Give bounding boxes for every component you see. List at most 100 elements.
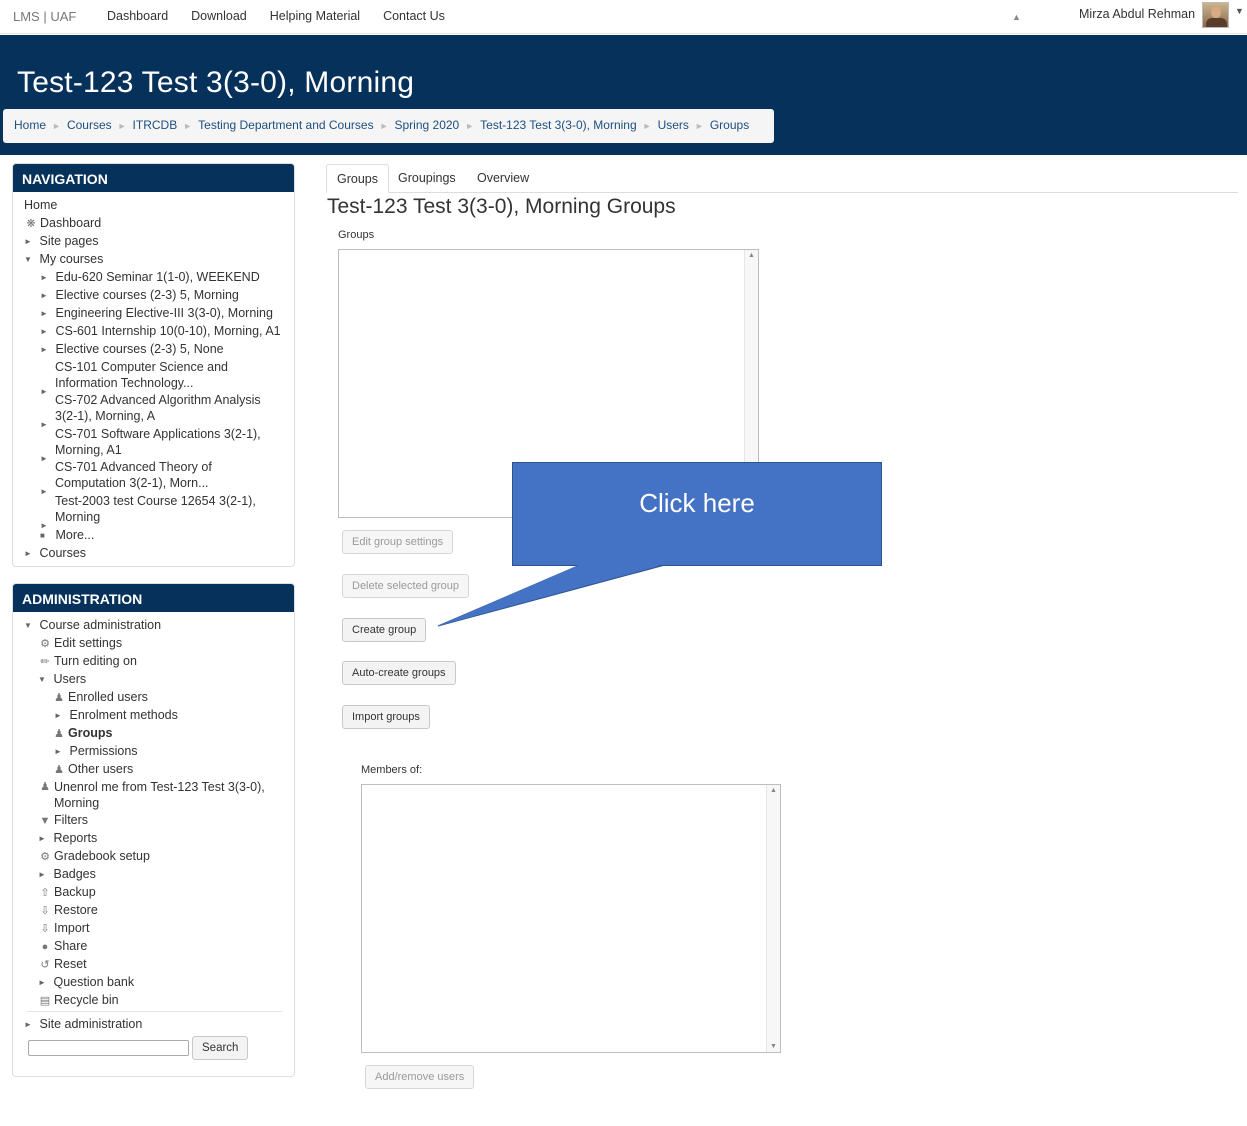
- filter-icon: ▼: [39, 815, 51, 827]
- trash-icon: ▤: [39, 995, 51, 1007]
- navigation-block-title: NAVIGATION: [13, 164, 294, 192]
- nav-download-link[interactable]: Download: [191, 9, 247, 23]
- breadcrumb-home[interactable]: Home: [14, 118, 46, 132]
- user-name[interactable]: Mirza Abdul Rehman: [1079, 7, 1195, 21]
- upload-icon: ⇧: [40, 887, 50, 899]
- callout-text: Click here: [639, 488, 755, 518]
- admin-turn-editing-on[interactable]: ✏ Turn editing on: [38, 654, 137, 671]
- breadcrumb-course[interactable]: Test-123 Test 3(3-0), Morning: [480, 118, 637, 132]
- collapse-arrow-icon: ▼: [38, 675, 46, 684]
- edit-group-settings-button[interactable]: Edit group settings: [342, 530, 454, 554]
- breadcrumb-users[interactable]: Users: [658, 118, 689, 132]
- gear-icon: ⚙: [40, 638, 50, 650]
- tab-groups[interactable]: Groups: [326, 164, 389, 193]
- user-icon: ♟: [40, 781, 50, 793]
- admin-course-administration[interactable]: ▼ Course administration: [24, 618, 161, 634]
- admin-import[interactable]: ⇩ Import: [38, 921, 89, 938]
- group-icon: ♟: [54, 728, 64, 740]
- delete-selected-group-button[interactable]: Delete selected group: [342, 574, 470, 598]
- admin-filters[interactable]: ▼ Filters: [38, 813, 88, 830]
- breadcrumb-spring-2020[interactable]: Spring 2020: [395, 118, 460, 132]
- admin-enrolment-methods[interactable]: ► Enrolment methods: [54, 708, 178, 724]
- expand-arrow-icon: ►: [38, 870, 46, 879]
- admin-edit-settings[interactable]: ⚙ Edit settings: [38, 636, 122, 653]
- breadcrumb-itrcdb[interactable]: ITRCDB: [133, 118, 178, 132]
- nav-dashboard-link[interactable]: Dashboard: [107, 9, 168, 23]
- breadcrumb-separator-icon: ►: [465, 121, 475, 131]
- create-group-button[interactable]: Create group: [342, 618, 427, 642]
- bullet-icon: ■: [40, 531, 45, 540]
- groups-page-heading: Test-123 Test 3(3-0), Morning Groups: [327, 195, 676, 218]
- members-listbox[interactable]: ▲ ▼: [361, 784, 781, 1053]
- admin-enrolled-users[interactable]: ♟ Enrolled users: [52, 690, 148, 707]
- expand-arrow-icon: ►: [40, 291, 48, 300]
- expand-arrow-icon: ►: [40, 309, 48, 318]
- user-avatar[interactable]: [1202, 2, 1229, 28]
- groups-list-label: Groups: [338, 229, 375, 241]
- admin-restore[interactable]: ⇩ Restore: [38, 903, 97, 920]
- expand-arrow-icon: ►: [38, 834, 46, 843]
- nav-courses[interactable]: ► Courses: [24, 546, 86, 562]
- breadcrumb-separator-icon: ►: [379, 121, 389, 131]
- nav-my-courses[interactable]: ▼ My courses: [24, 252, 103, 268]
- top-nav-menu: Dashboard Download Helping Material Cont…: [107, 9, 468, 23]
- gear-icon: ⚙: [40, 851, 50, 863]
- nav-course-item[interactable]: ► Elective courses (2-3) 5, Morning: [40, 288, 239, 304]
- expand-arrow-icon: ►: [40, 327, 48, 336]
- admin-gradebook-setup[interactable]: ⚙ Gradebook setup: [38, 849, 150, 866]
- expand-arrow-icon: ►: [54, 747, 62, 756]
- nav-more[interactable]: ■ More...: [40, 528, 94, 544]
- admin-unenrol[interactable]: ♟ Unenrol me from Test-123 Test 3(3-0), M…: [38, 780, 269, 811]
- admin-search-input[interactable]: [28, 1040, 189, 1056]
- admin-users[interactable]: ▼ Users: [38, 672, 86, 688]
- auto-create-groups-button[interactable]: Auto-create groups: [342, 661, 456, 685]
- admin-recycle-bin[interactable]: ▤ Recycle bin: [38, 993, 119, 1010]
- nav-course-item[interactable]: ► Elective courses (2-3) 5, None: [40, 342, 224, 358]
- members-of-label: Members of:: [361, 764, 423, 776]
- nav-site-pages[interactable]: ► Site pages: [24, 234, 99, 250]
- admin-site-administration[interactable]: ► Site administration: [24, 1017, 142, 1033]
- nav-course-item[interactable]: ► Engineering Elective-III 3(3-0), Morni…: [40, 306, 273, 322]
- admin-backup[interactable]: ⇧ Backup: [38, 885, 95, 902]
- download-icon: ⇩: [40, 923, 50, 935]
- nav-contact-us-link[interactable]: Contact Us: [383, 9, 445, 23]
- nav-dashboard[interactable]: ❋ Dashboard: [24, 216, 101, 233]
- collapse-arrow-icon: ▼: [24, 621, 32, 630]
- tab-overview[interactable]: Overview: [467, 164, 539, 193]
- members-listbox-scrollbar[interactable]: ▲ ▼: [766, 785, 780, 1052]
- expand-arrow-icon: ►: [40, 345, 48, 354]
- breadcrumb: Home ► Courses ► ITRCDB ► Testing Department a…: [3, 109, 774, 143]
- breadcrumb-groups[interactable]: Groups: [710, 118, 749, 132]
- breadcrumb-separator-icon: ►: [694, 121, 704, 131]
- import-groups-button[interactable]: Import groups: [342, 705, 430, 729]
- pencil-icon: ✏: [40, 656, 50, 668]
- breadcrumb-separator-icon: ►: [183, 121, 193, 131]
- admin-search-button[interactable]: Search: [192, 1036, 249, 1060]
- tab-groupings[interactable]: Groupings: [388, 164, 466, 193]
- admin-reports[interactable]: ► Reports: [38, 831, 97, 847]
- user-icon: ♟: [54, 692, 64, 704]
- admin-groups[interactable]: ♟ Groups: [52, 726, 112, 743]
- admin-reset[interactable]: ↺ Reset: [38, 957, 86, 974]
- site-brand[interactable]: LMS | UAF: [13, 9, 76, 24]
- notification-icon[interactable]: ▲: [1012, 12, 1021, 22]
- breadcrumb-separator-icon: ►: [642, 121, 652, 131]
- admin-question-bank[interactable]: ► Question bank: [38, 975, 134, 991]
- admin-share[interactable]: ● Share: [38, 939, 88, 956]
- admin-divider: [27, 1011, 282, 1012]
- reset-icon: ↺: [40, 959, 50, 971]
- nav-helping-material-link[interactable]: Helping Material: [270, 9, 360, 23]
- groups-tab-bar: Groups Groupings Overview: [326, 164, 1238, 193]
- administration-block-title: ADMINISTRATION: [13, 584, 294, 612]
- breadcrumb-testing-department[interactable]: Testing Department and Courses: [198, 118, 373, 132]
- admin-other-users[interactable]: ♟ Other users: [52, 762, 133, 779]
- add-remove-users-button[interactable]: Add/remove users: [365, 1065, 475, 1089]
- nav-course-item[interactable]: ► Edu-620 Seminar 1(1-0), WEEKEND: [40, 270, 260, 286]
- breadcrumb-courses[interactable]: Courses: [67, 118, 112, 132]
- globe-icon: ●: [41, 941, 49, 953]
- admin-permissions[interactable]: ► Permissions: [54, 744, 138, 760]
- user-menu-chevron-down-icon[interactable]: ▼: [1235, 6, 1244, 16]
- nav-course-item[interactable]: ► CS-601 Internship 10(0-10), Morning, A…: [40, 324, 281, 340]
- admin-badges[interactable]: ► Badges: [38, 867, 96, 883]
- nav-home[interactable]: Home: [24, 198, 57, 214]
